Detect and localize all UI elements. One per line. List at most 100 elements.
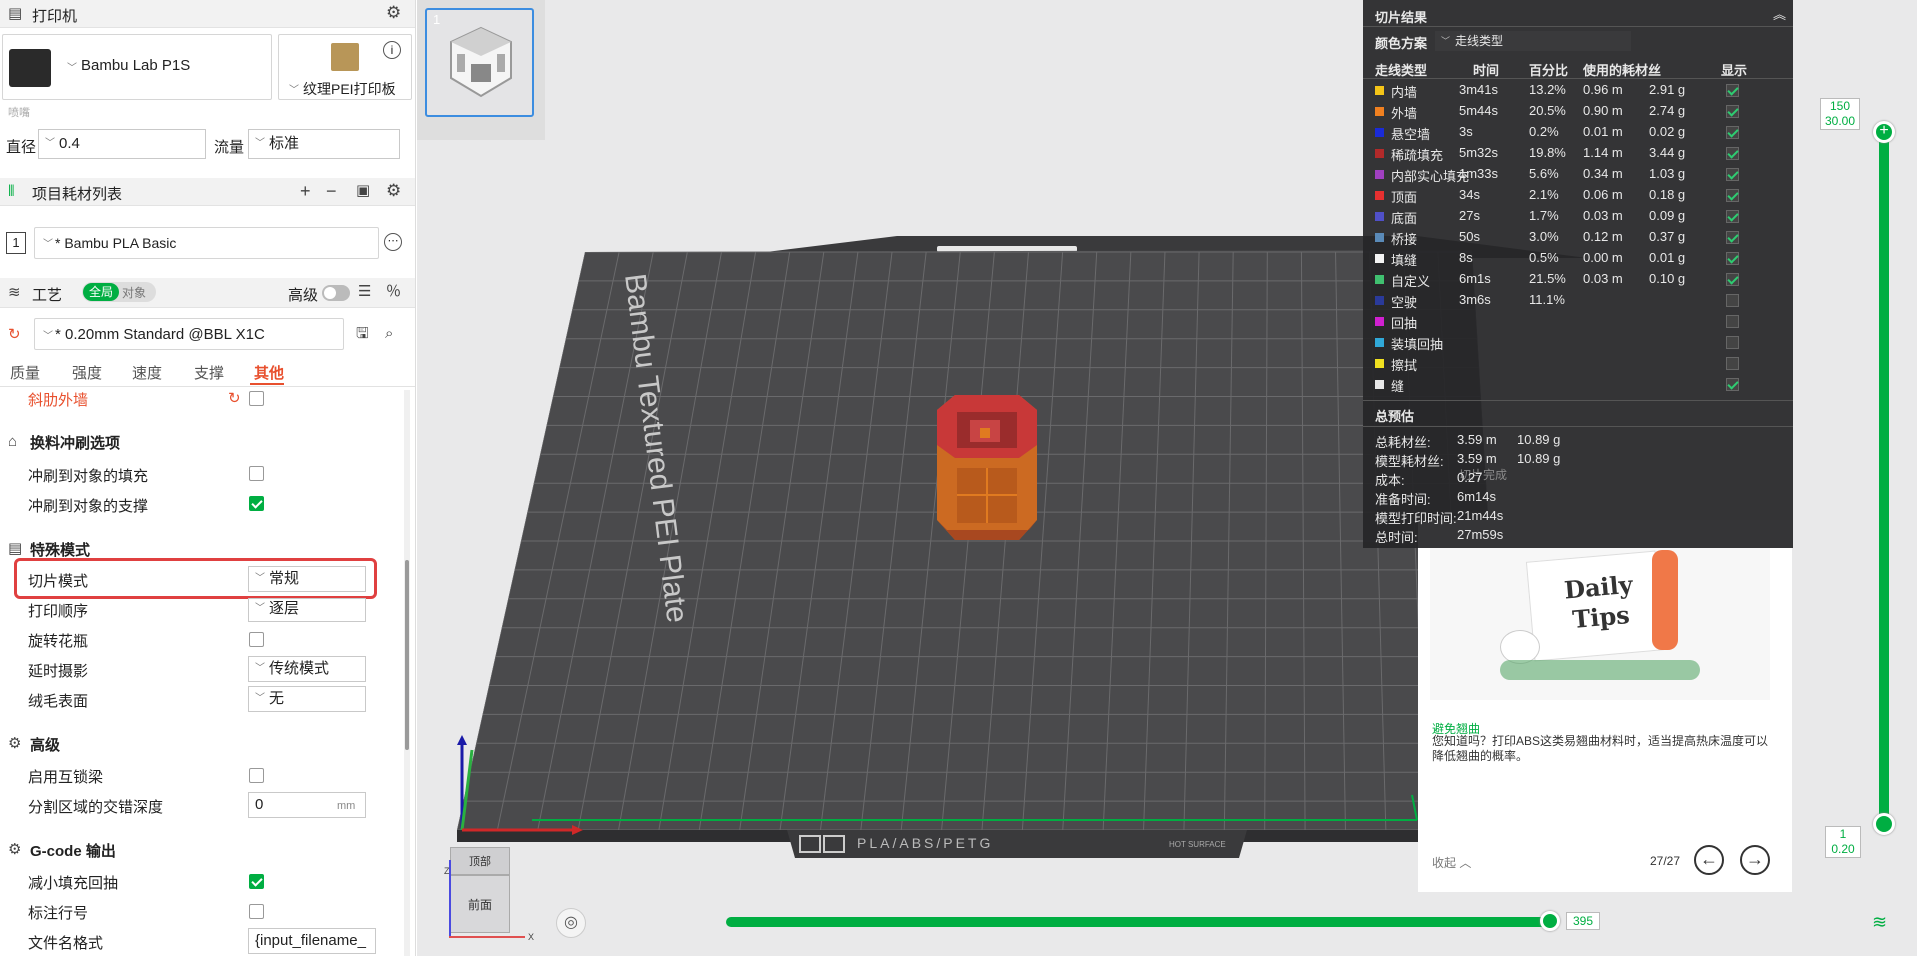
layer-slider-track[interactable]	[1879, 130, 1889, 826]
view-cube[interactable]: 顶部 前面	[448, 847, 510, 935]
line-type-visibility-checkbox[interactable]	[1726, 84, 1739, 97]
reset-icon[interactable]: ↻	[228, 390, 241, 408]
layers-icon[interactable]: ≋	[1872, 912, 1887, 933]
gcode-output-heading: G-code 输出	[30, 843, 116, 860]
flush-infill-label: 冲刷到对象的填充	[28, 468, 149, 485]
tab-strength[interactable]: 强度	[72, 362, 102, 383]
stats-cell-wt: 0.18 g	[1649, 187, 1686, 202]
collapse-chevron-icon[interactable]: ︽	[1773, 4, 1786, 23]
print-sequence-dropdown[interactable]: ﹀ 逐层	[248, 598, 366, 622]
tab-support[interactable]: 支撑	[194, 362, 224, 383]
filename-format-input[interactable]: {input_filename_	[248, 928, 376, 954]
printer-section-header: ▤ 打印机 ⚙	[0, 0, 415, 28]
line-type-visibility-checkbox[interactable]	[1726, 189, 1739, 202]
summary-title: 总预估	[1375, 409, 1415, 424]
info-icon[interactable]: i	[383, 41, 401, 59]
view-cube-front[interactable]: 前面	[450, 875, 510, 933]
tab-others[interactable]: 其他	[254, 362, 284, 383]
fuzzy-skin-dropdown[interactable]: ﹀ 无	[248, 686, 366, 712]
spiral-vase-checkbox[interactable]	[249, 632, 264, 647]
more-options-icon[interactable]: ⋯	[384, 233, 402, 251]
print-sequence-label: 打印顺序	[28, 603, 89, 620]
toggle-object[interactable]: 对象	[122, 284, 146, 301]
advanced-switch[interactable]	[322, 285, 350, 301]
settings-scrollbar[interactable]	[405, 560, 409, 750]
axis-z-line	[449, 860, 451, 938]
col-header-type: 走线类型	[1375, 63, 1428, 78]
layer-slider-top-handle[interactable]: +	[1873, 121, 1895, 143]
line-type-visibility-checkbox[interactable]	[1726, 210, 1739, 223]
collapse-label: 收起	[1432, 856, 1457, 870]
summary-cell-k: 准备时间:	[1375, 492, 1431, 507]
line-type-color-swatch	[1375, 254, 1384, 263]
line-type-visibility-checkbox[interactable]	[1726, 315, 1739, 328]
camera-view-icon[interactable]: ◎	[556, 908, 586, 938]
filament-settings-gear-icon[interactable]: ⚙	[386, 182, 401, 200]
stats-cell-pct: 0.2%	[1529, 124, 1559, 139]
add-icon[interactable]: +	[300, 182, 311, 200]
sliced-model[interactable]	[937, 395, 1037, 540]
chevron-down-icon: ﹀	[67, 63, 77, 74]
color-scheme-value: 走线类型	[1455, 34, 1504, 48]
flow-dropdown[interactable]: ﹀ 标准	[248, 129, 400, 159]
color-scheme-dropdown[interactable]: ﹀ 走线类型	[1435, 31, 1631, 51]
slope-wall-checkbox[interactable]	[249, 391, 264, 406]
global-object-toggle[interactable]: 全局 对象	[82, 282, 156, 302]
interlocking-beam-checkbox[interactable]	[249, 768, 264, 783]
filename-format-value: {input_filename_	[255, 932, 366, 949]
flush-infill-checkbox[interactable]	[249, 466, 264, 481]
timelapse-dropdown[interactable]: ﹀ 传统模式	[248, 656, 366, 682]
line-type-visibility-checkbox[interactable]	[1726, 378, 1739, 391]
spiral-vase-label: 旋转花瓶	[28, 633, 89, 650]
printer-selector[interactable]: ﹀ Bambu Lab P1S	[2, 34, 272, 100]
toggle-global[interactable]: 全局	[83, 283, 119, 301]
compare-icon[interactable]: ％	[386, 283, 401, 301]
line-numbers-checkbox[interactable]	[249, 904, 264, 919]
line-type-visibility-checkbox[interactable]	[1726, 168, 1739, 181]
view-cube-top[interactable]: 顶部	[450, 847, 510, 875]
line-type-visibility-checkbox[interactable]	[1726, 147, 1739, 160]
line-type-visibility-checkbox[interactable]	[1726, 273, 1739, 286]
stats-cell-pct: 3.0%	[1529, 229, 1559, 244]
previous-tip-button[interactable]: ←	[1694, 845, 1724, 875]
line-type-visibility-checkbox[interactable]	[1726, 294, 1739, 307]
printer-settings-gear-icon[interactable]: ⚙	[386, 4, 401, 22]
line-type-visibility-checkbox[interactable]	[1726, 357, 1739, 370]
interlocking-depth-input[interactable]: 0 mm	[248, 792, 366, 818]
collapse-link[interactable]: 收起 ︿	[1432, 854, 1471, 871]
line-type-visibility-checkbox[interactable]	[1726, 252, 1739, 265]
line-type-visibility-checkbox[interactable]	[1726, 231, 1739, 244]
line-type-color-swatch	[1375, 170, 1384, 179]
layer-slider-bottom-handle[interactable]	[1873, 813, 1895, 835]
line-type-visibility-checkbox[interactable]	[1726, 105, 1739, 118]
stats-cell-pct: 11.1%	[1529, 292, 1565, 307]
flush-options-heading: 换料冲刷选项	[30, 435, 121, 452]
stats-cell-name: 装填回抽	[1391, 337, 1444, 352]
reduce-retract-checkbox[interactable]	[249, 874, 264, 889]
plate-selector[interactable]: i ﹀ 纹理PEI打印板	[278, 34, 412, 100]
remove-icon[interactable]: −	[326, 182, 337, 200]
stats-divider	[1363, 426, 1793, 427]
process-preset-dropdown[interactable]: ﹀ * 0.20mm Standard @BBL X1C	[34, 318, 344, 350]
color-scheme-label: 颜色方案	[1375, 36, 1428, 51]
tab-quality[interactable]: 质量	[10, 362, 40, 383]
filament-dropdown[interactable]: ﹀ * Bambu PLA Basic	[34, 227, 379, 259]
list-view-icon[interactable]: ☰	[358, 283, 371, 301]
nozzle-diameter-dropdown[interactable]: ﹀ 0.4	[38, 129, 206, 159]
save-preset-icon[interactable]: 🖫	[356, 325, 369, 343]
flush-support-checkbox[interactable]	[249, 496, 264, 511]
tab-speed[interactable]: 速度	[132, 362, 162, 383]
reset-icon[interactable]: ↻	[8, 326, 21, 344]
line-type-visibility-checkbox[interactable]	[1726, 126, 1739, 139]
printer-icon: ▤	[8, 5, 23, 22]
stats-cell-len: 0.90 m	[1583, 103, 1623, 118]
line-type-visibility-checkbox[interactable]	[1726, 336, 1739, 349]
line-type-color-swatch	[1375, 317, 1384, 326]
stats-cell-wt: 0.09 g	[1649, 208, 1686, 223]
search-icon[interactable]: ⌕	[385, 325, 393, 343]
next-tip-button[interactable]: →	[1740, 845, 1770, 875]
stats-cell-len: 0.03 m	[1583, 208, 1623, 223]
move-slider-handle[interactable]	[1540, 911, 1560, 931]
move-slider-track[interactable]	[726, 917, 1550, 927]
sync-filament-icon[interactable]: ▣	[356, 182, 370, 200]
